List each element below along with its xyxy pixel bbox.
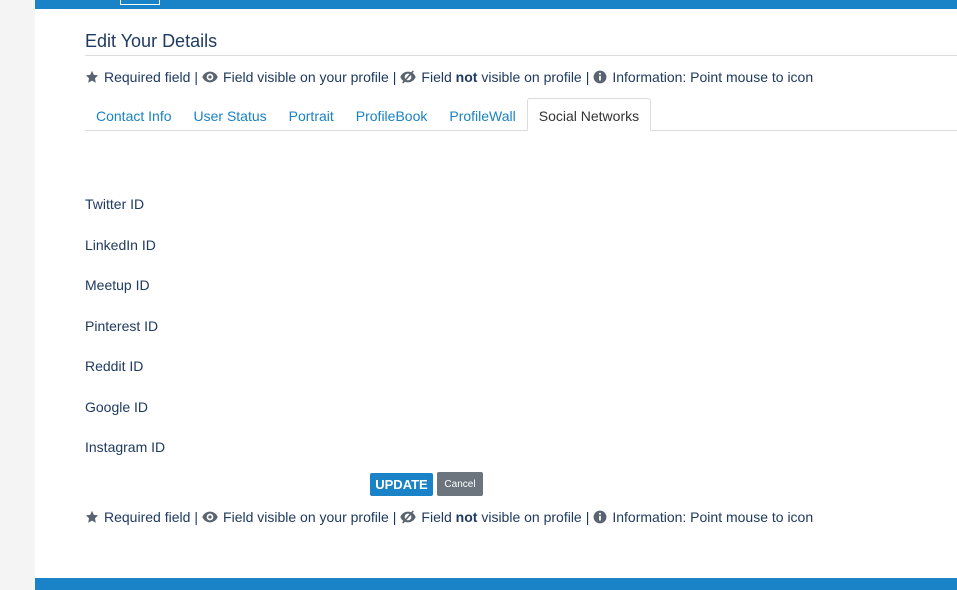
meetup-id-label: Meetup ID xyxy=(85,277,150,293)
star-icon xyxy=(85,70,99,84)
eye-slash-icon xyxy=(400,510,417,524)
instagram-id-label: Instagram ID xyxy=(85,439,166,455)
eye-icon xyxy=(202,510,218,524)
legend-separator: | xyxy=(392,509,397,525)
tab-social-networks[interactable]: Social Networks xyxy=(526,98,652,131)
tab-profilebook[interactable]: ProfileBook xyxy=(345,98,439,130)
profile-tabs: Contact Info User Status Portrait Profil… xyxy=(85,97,957,131)
tab-user-status[interactable]: User Status xyxy=(183,98,278,130)
twitter-id-label: Twitter ID xyxy=(85,196,145,212)
legend-required-text: Required field xyxy=(104,69,191,85)
legend-separator: | xyxy=(194,69,199,85)
eye-icon xyxy=(202,70,218,84)
field-legend-bottom: Required field | Field visible on your p… xyxy=(85,509,813,525)
update-button[interactable]: UPDATE xyxy=(370,473,433,496)
legend-visible-text: Field visible on your profile xyxy=(223,509,389,525)
reddit-id-label: Reddit ID xyxy=(85,358,144,374)
top-header-bar xyxy=(35,0,957,9)
tab-profilewall[interactable]: ProfileWall xyxy=(438,98,526,130)
field-legend-top: Required field | Field visible on your p… xyxy=(85,69,813,85)
legend-info-text: Information: Point mouse to icon xyxy=(612,69,814,85)
tab-contact-info[interactable]: Contact Info xyxy=(85,98,183,130)
legend-separator: | xyxy=(585,509,590,525)
legend-info-text: Information: Point mouse to icon xyxy=(612,509,814,525)
info-circle-icon xyxy=(593,70,607,84)
info-circle-icon xyxy=(593,510,607,524)
page-title: Edit Your Details xyxy=(85,31,218,51)
cancel-button[interactable]: Cancel xyxy=(437,472,483,496)
legend-not-visible-bold: not xyxy=(455,509,478,525)
eye-slash-icon xyxy=(400,70,417,84)
google-id-label: Google ID xyxy=(85,399,149,415)
legend-not-visible-suffix: visible on profile xyxy=(481,509,582,525)
legend-separator: | xyxy=(585,69,590,85)
legend-not-visible-prefix: Field xyxy=(421,509,452,525)
star-icon xyxy=(85,510,99,524)
legend-not-visible-bold: not xyxy=(455,69,478,85)
linkedin-id-label: LinkedIn ID xyxy=(85,237,156,253)
header-logo-edge xyxy=(120,0,160,5)
main-panel xyxy=(35,9,957,578)
legend-visible-text: Field visible on your profile xyxy=(223,69,389,85)
tab-portrait[interactable]: Portrait xyxy=(278,98,345,130)
legend-separator: | xyxy=(194,509,199,525)
legend-separator: | xyxy=(392,69,397,85)
title-divider xyxy=(85,55,957,56)
pinterest-id-label: Pinterest ID xyxy=(85,318,159,334)
legend-required-text: Required field xyxy=(104,509,191,525)
legend-not-visible-suffix: visible on profile xyxy=(481,69,582,85)
bottom-footer-bar xyxy=(35,578,957,590)
legend-not-visible-prefix: Field xyxy=(421,69,452,85)
